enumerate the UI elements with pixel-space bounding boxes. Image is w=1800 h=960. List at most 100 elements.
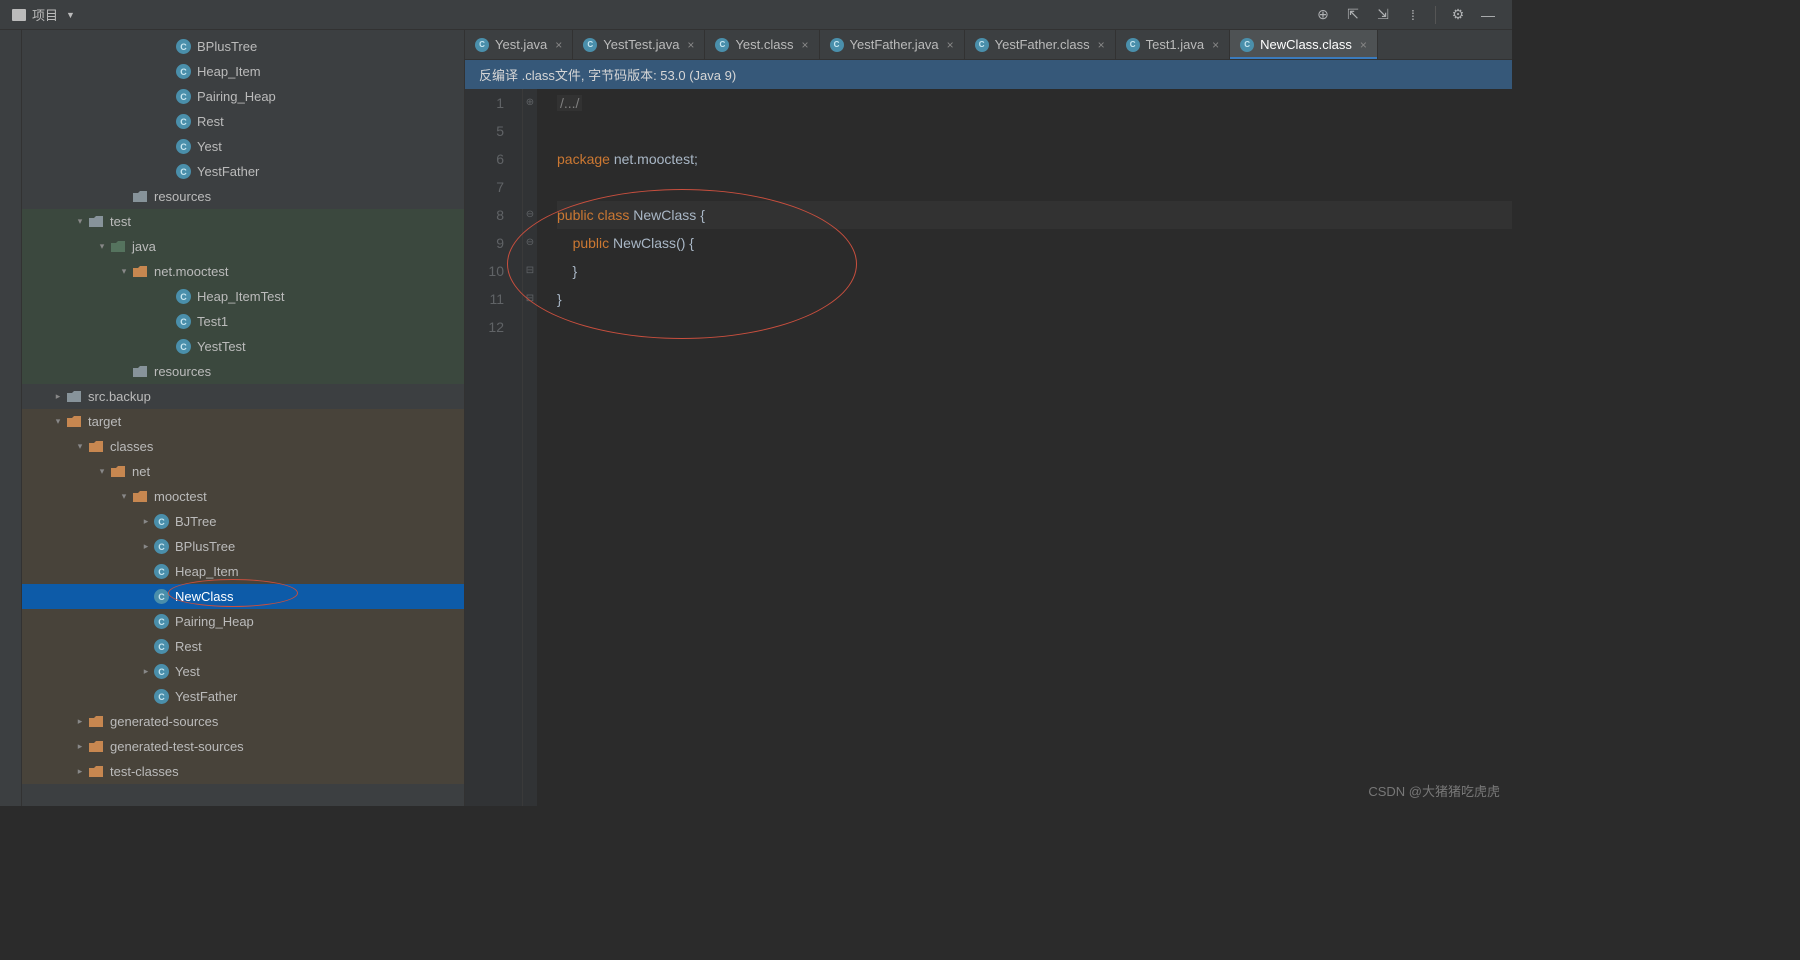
tab-label: YestTest.java (603, 37, 679, 52)
tree-label: BPlusTree (175, 539, 235, 554)
folder-icon (89, 441, 103, 452)
tree-arrow[interactable] (94, 241, 110, 252)
tree-arrow[interactable] (72, 766, 88, 777)
class-icon: C (176, 339, 191, 354)
editor-tab-NewClass.class[interactable]: C NewClass.class × (1230, 30, 1378, 59)
show-options-icon[interactable]: ⁞ (1405, 7, 1421, 23)
tree-arrow[interactable] (138, 541, 154, 552)
minimize-icon[interactable]: — (1480, 7, 1496, 23)
tab-label: Test1.java (1146, 37, 1205, 52)
tree-item-Test1[interactable]: C Test1 (22, 309, 464, 334)
tree-arrow[interactable] (72, 741, 88, 752)
fold-marker[interactable] (523, 173, 537, 201)
editor-tab-Yest.java[interactable]: C Yest.java × (465, 30, 573, 59)
close-icon[interactable]: × (555, 38, 562, 52)
tree-item-Heap_Item[interactable]: C Heap_Item (22, 59, 464, 84)
tree-item-YestTest[interactable]: C YestTest (22, 334, 464, 359)
class-icon: C (830, 38, 844, 52)
tree-item-net[interactable]: net (22, 459, 464, 484)
editor-tab-Test1.java[interactable]: C Test1.java × (1116, 30, 1231, 59)
tree-label: resources (154, 189, 211, 204)
close-icon[interactable]: × (1360, 38, 1367, 52)
tree-label: Rest (175, 639, 202, 654)
close-icon[interactable]: × (687, 38, 694, 52)
fold-marker[interactable]: ⊟ (523, 257, 537, 285)
tree-item-BPlusTree[interactable]: C BPlusTree (22, 34, 464, 59)
tree-item-YestFather[interactable]: C YestFather (22, 159, 464, 184)
line-number: 9 (465, 229, 504, 257)
fold-marker[interactable]: ⊖ (523, 229, 537, 257)
tree-item-generated-test-sources[interactable]: generated-test-sources (22, 734, 464, 759)
locate-icon[interactable]: ⊕ (1315, 7, 1331, 23)
tree-label: BJTree (175, 514, 216, 529)
tab-label: Yest.class (735, 37, 793, 52)
tree-arrow[interactable] (50, 391, 66, 402)
tree-arrow[interactable] (50, 416, 66, 427)
tree-arrow[interactable] (138, 516, 154, 527)
tree-item-resources[interactable]: resources (22, 359, 464, 384)
tree-arrow[interactable] (138, 666, 154, 677)
class-icon: C (154, 539, 169, 554)
tree-item-BJTree[interactable]: C BJTree (22, 509, 464, 534)
tree-item-Yest[interactable]: C Yest (22, 659, 464, 684)
folded-comment[interactable]: /.../ (557, 95, 582, 111)
editor-tab-YestFather.class[interactable]: C YestFather.class × (965, 30, 1116, 59)
editor-tab-YestTest.java[interactable]: C YestTest.java × (573, 30, 705, 59)
tree-item-test-classes[interactable]: test-classes (22, 759, 464, 784)
expand-all-icon[interactable]: ⇱ (1345, 7, 1361, 23)
tree-item-mooctest[interactable]: mooctest (22, 484, 464, 509)
tree-item-net.mooctest[interactable]: net.mooctest (22, 259, 464, 284)
decompile-banner: 反编译 .class文件, 字节码版本: 53.0 (Java 9) (465, 60, 1512, 89)
tree-item-BPlusTree[interactable]: C BPlusTree (22, 534, 464, 559)
fold-gutter[interactable]: ⊕⊖⊖⊟⊟ (523, 89, 537, 806)
tree-item-java[interactable]: java (22, 234, 464, 259)
fold-marker[interactable]: ⊕ (523, 89, 537, 117)
editor-tab-Yest.class[interactable]: C Yest.class × (705, 30, 819, 59)
close-icon[interactable]: × (947, 38, 954, 52)
close-icon[interactable]: × (802, 38, 809, 52)
tree-label: YestFather (197, 164, 259, 179)
tree-label: classes (110, 439, 153, 454)
tree-arrow[interactable] (72, 441, 88, 452)
tree-arrow[interactable] (94, 466, 110, 477)
fold-marker[interactable] (523, 145, 537, 173)
tree-arrow[interactable] (116, 266, 132, 277)
line-number: 7 (465, 173, 504, 201)
tree-item-test[interactable]: test (22, 209, 464, 234)
class-icon: C (154, 564, 169, 579)
tree-item-resources[interactable]: resources (22, 184, 464, 209)
collapse-all-icon[interactable]: ⇲ (1375, 7, 1391, 23)
fold-marker[interactable]: ⊟ (523, 285, 537, 313)
tree-item-Pairing_Heap[interactable]: C Pairing_Heap (22, 609, 464, 634)
tree-item-classes[interactable]: classes (22, 434, 464, 459)
tree-item-Heap_Item[interactable]: C Heap_Item (22, 559, 464, 584)
class-icon: C (154, 589, 169, 604)
tree-item-generated-sources[interactable]: generated-sources (22, 709, 464, 734)
tree-arrow[interactable] (72, 216, 88, 227)
tree-item-Heap_ItemTest[interactable]: C Heap_ItemTest (22, 284, 464, 309)
close-icon[interactable]: × (1098, 38, 1105, 52)
tree-item-Yest[interactable]: C Yest (22, 134, 464, 159)
source-folder-icon (111, 241, 125, 252)
tool-window-strip[interactable] (0, 30, 22, 806)
fold-marker[interactable] (523, 117, 537, 145)
class-icon: C (176, 114, 191, 129)
tree-label: Yest (197, 139, 222, 154)
tree-item-src.backup[interactable]: src.backup (22, 384, 464, 409)
fold-marker[interactable] (523, 313, 537, 341)
package-icon (133, 266, 147, 277)
close-icon[interactable]: × (1212, 38, 1219, 52)
tree-arrow[interactable] (72, 716, 88, 727)
code-editor[interactable]: /.../ package net.mooctest; public class… (537, 89, 1512, 806)
tree-item-Rest[interactable]: C Rest (22, 109, 464, 134)
tree-item-Pairing_Heap[interactable]: C Pairing_Heap (22, 84, 464, 109)
gear-icon[interactable]: ⚙ (1450, 7, 1466, 23)
tree-arrow[interactable] (116, 491, 132, 502)
tree-item-target[interactable]: target (22, 409, 464, 434)
fold-marker[interactable]: ⊖ (523, 201, 537, 229)
project-dropdown[interactable]: 项目 ▼ (6, 3, 81, 26)
tree-item-YestFather[interactable]: C YestFather (22, 684, 464, 709)
tree-item-Rest[interactable]: C Rest (22, 634, 464, 659)
editor-tab-YestFather.java[interactable]: C YestFather.java × (820, 30, 965, 59)
tree-item-NewClass[interactable]: C NewClass (22, 584, 464, 609)
